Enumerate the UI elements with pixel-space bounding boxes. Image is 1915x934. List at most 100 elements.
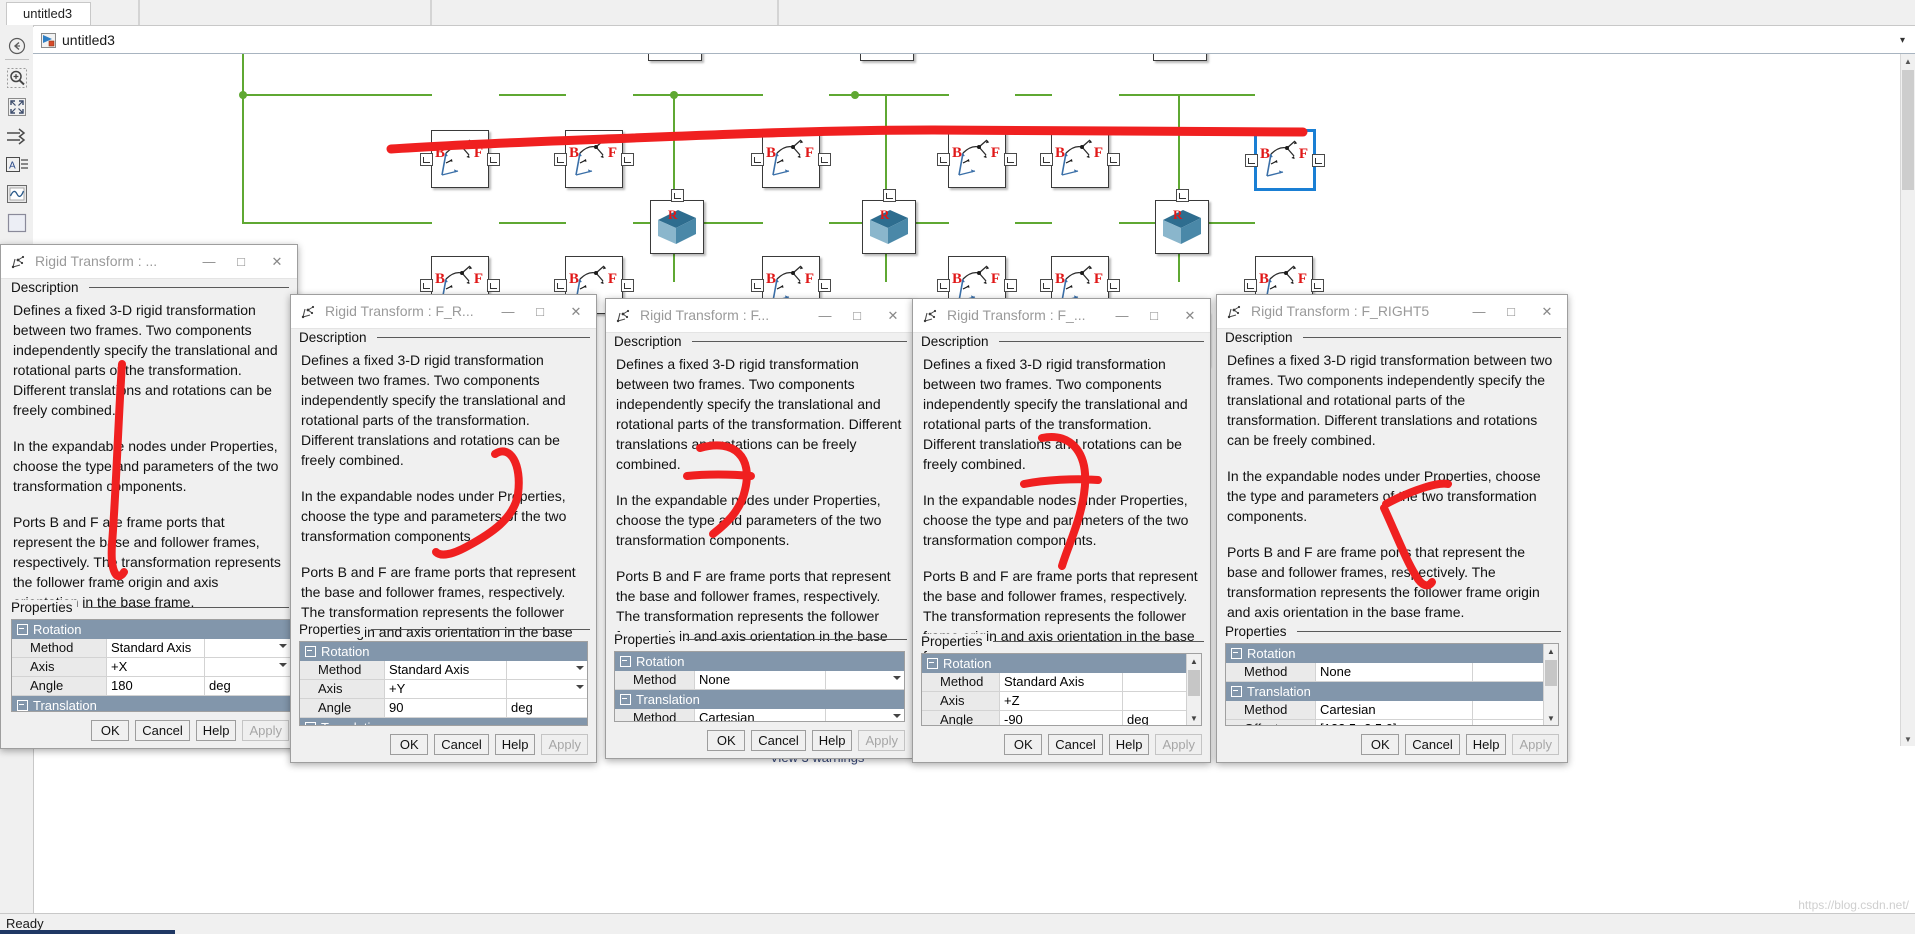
help-button[interactable]: Help <box>1108 734 1150 755</box>
close-icon[interactable]: ✕ <box>261 245 293 278</box>
frame-port-f[interactable] <box>818 279 831 292</box>
collapse-icon[interactable] <box>927 657 938 669</box>
solid-block-f_right3[interactable]: R <box>1155 189 1209 254</box>
frame-port-f[interactable] <box>1107 279 1120 292</box>
solid-block-partial[interactable] <box>1153 54 1207 61</box>
close-icon[interactable]: ✕ <box>877 299 909 332</box>
rigid-transform-dialog-4[interactable]: Rigid Transform : F_... — □ ✕ Description Def… <box>912 298 1211 763</box>
close-icon[interactable]: ✕ <box>1531 295 1563 328</box>
dialog-title-bar[interactable]: Rigid Transform : ... — □ ✕ <box>1 245 297 279</box>
rotation-angle-row[interactable]: Angle 90 deg <box>300 699 587 718</box>
scroll-up-icon[interactable]: ▲ <box>1187 654 1201 668</box>
solid-block-f_right1[interactable]: R <box>650 189 704 254</box>
rotation-axis-row[interactable]: Axis +X <box>12 658 290 677</box>
frame-port-b[interactable] <box>937 279 950 292</box>
translation-method-row[interactable]: Method Cartesian <box>1226 701 1558 720</box>
rotation-axis-value[interactable]: +Y <box>385 680 507 698</box>
collapse-icon[interactable] <box>1231 685 1242 697</box>
chevron-down-icon[interactable] <box>893 714 901 721</box>
help-button[interactable]: Help <box>1465 734 1507 755</box>
transform-block-f_right4[interactable]: BF <box>1040 130 1120 188</box>
cancel-button[interactable]: Cancel <box>135 720 190 741</box>
rotation-method-row[interactable]: Method None <box>615 671 904 690</box>
dialog-title-bar[interactable]: Rigid Transform : F_R... — □ ✕ <box>291 295 596 329</box>
properties-table[interactable]: Rotation Method Standard Axis Axis +X Angle 18… <box>11 619 291 712</box>
rotation-angle-row[interactable]: Angle -90 deg <box>922 711 1201 725</box>
frame-port-r[interactable] <box>671 189 684 202</box>
frame-port-b[interactable] <box>554 279 567 292</box>
collapse-icon[interactable] <box>620 693 631 705</box>
scrollbar-thumb[interactable] <box>1545 660 1557 686</box>
maximize-icon[interactable]: □ <box>1138 299 1170 332</box>
rotation-method-row[interactable]: Method None <box>1226 663 1558 682</box>
rotation-method-row[interactable]: Method Standard Axis <box>300 661 587 680</box>
rotation-axis-value[interactable]: +Z <box>1000 692 1123 710</box>
rotation-axis-dropdown[interactable] <box>507 680 587 698</box>
rotation-group-header[interactable]: Rotation <box>300 642 587 661</box>
frame-port-f[interactable] <box>621 279 634 292</box>
collapse-icon[interactable] <box>17 623 28 635</box>
frame-port-f[interactable] <box>487 279 500 292</box>
properties-table[interactable]: Rotation Method Standard Axis Axis +Y Angle 90… <box>299 641 588 726</box>
frame-port-f[interactable] <box>621 153 634 166</box>
rotation-method-value[interactable]: None <box>1316 663 1473 681</box>
rotation-method-value[interactable]: Standard Axis <box>385 661 507 679</box>
frame-port-b[interactable] <box>937 153 950 166</box>
maximize-icon[interactable]: □ <box>524 295 556 328</box>
rigid-transform-dialog-5[interactable]: Rigid Transform : F_RIGHT5— □ ✕ Description… <box>1216 294 1568 763</box>
help-button[interactable]: Help <box>494 734 536 755</box>
rigid-transform-dialog-2[interactable]: Rigid Transform : F_R... — □ ✕ Description De… <box>290 294 597 763</box>
back-icon[interactable] <box>4 33 30 59</box>
properties-table[interactable]: Rotation Method None Translation Method Carte… <box>614 651 905 722</box>
canvas-vertical-scrollbar[interactable]: ▲ ▼ <box>1900 54 1915 746</box>
rotation-angle-input[interactable]: -90 <box>1000 711 1123 725</box>
minimize-icon[interactable]: — <box>1463 295 1495 328</box>
rotation-method-value[interactable]: None <box>695 671 826 689</box>
rotation-method-dropdown[interactable] <box>507 661 587 679</box>
scope-icon[interactable] <box>4 181 30 207</box>
transform-block-f_right[interactable]: BF <box>420 130 500 188</box>
scroll-up-icon[interactable]: ▲ <box>1544 644 1558 658</box>
zoom-in-icon[interactable] <box>4 65 30 91</box>
translation-method-dropdown[interactable] <box>826 709 904 721</box>
frame-port-f[interactable] <box>1311 279 1324 292</box>
frame-port-b[interactable] <box>751 279 764 292</box>
scroll-down-icon[interactable]: ▼ <box>1544 711 1558 725</box>
scroll-down-icon[interactable]: ▼ <box>1901 732 1915 746</box>
chevron-down-icon[interactable]: ▾ <box>1900 35 1905 46</box>
rotation-group-header[interactable]: Rotation <box>922 654 1201 673</box>
frame-port-b[interactable] <box>1244 279 1257 292</box>
scrollbar-thumb[interactable] <box>1902 70 1914 190</box>
frame-port-b[interactable] <box>554 153 567 166</box>
rotation-method-row[interactable]: Method Standard Axis <box>12 639 290 658</box>
rotation-method-row[interactable]: Method Standard Axis <box>922 673 1201 692</box>
chevron-down-icon[interactable] <box>576 666 584 674</box>
cancel-button[interactable]: Cancel <box>1048 734 1103 755</box>
frame-port-f[interactable] <box>1004 153 1017 166</box>
rotation-method-value[interactable]: Standard Axis <box>1000 673 1123 691</box>
rotation-angle-input[interactable]: 180 <box>107 677 205 695</box>
close-icon[interactable]: ✕ <box>1174 299 1206 332</box>
help-button[interactable]: Help <box>811 730 853 751</box>
frame-port-b[interactable] <box>1040 153 1053 166</box>
help-button[interactable]: Help <box>195 720 237 741</box>
transform-block-f_right2[interactable]: BF <box>751 130 831 188</box>
ok-button[interactable]: OK <box>707 730 746 751</box>
dialog-title-bar[interactable]: Rigid Transform : F_RIGHT5 — □ ✕ <box>1217 295 1567 329</box>
maximize-icon[interactable]: □ <box>225 245 257 278</box>
minimize-icon[interactable]: — <box>809 299 841 332</box>
solid-block-f_right2[interactable]: R <box>862 189 916 254</box>
frame-port-f[interactable] <box>818 153 831 166</box>
translation-group-header[interactable]: Translation <box>615 690 904 709</box>
rigid-transform-dialog-3[interactable]: Rigid Transform : F... — □ ✕ Description Defi… <box>605 298 914 759</box>
dialog-title-bar[interactable]: Rigid Transform : F... — □ ✕ <box>606 299 913 333</box>
minimize-icon[interactable]: — <box>193 245 225 278</box>
rotation-method-dropdown[interactable] <box>205 639 290 657</box>
collapse-icon[interactable] <box>620 655 631 667</box>
translation-group-header[interactable]: Translation <box>300 718 587 725</box>
rotation-group-header[interactable]: Rotation <box>12 620 290 639</box>
ok-button[interactable]: OK <box>1004 734 1043 755</box>
collapse-icon[interactable] <box>17 699 28 711</box>
scroll-down-icon[interactable]: ▼ <box>1187 711 1201 725</box>
rotation-method-dropdown[interactable] <box>826 671 904 689</box>
